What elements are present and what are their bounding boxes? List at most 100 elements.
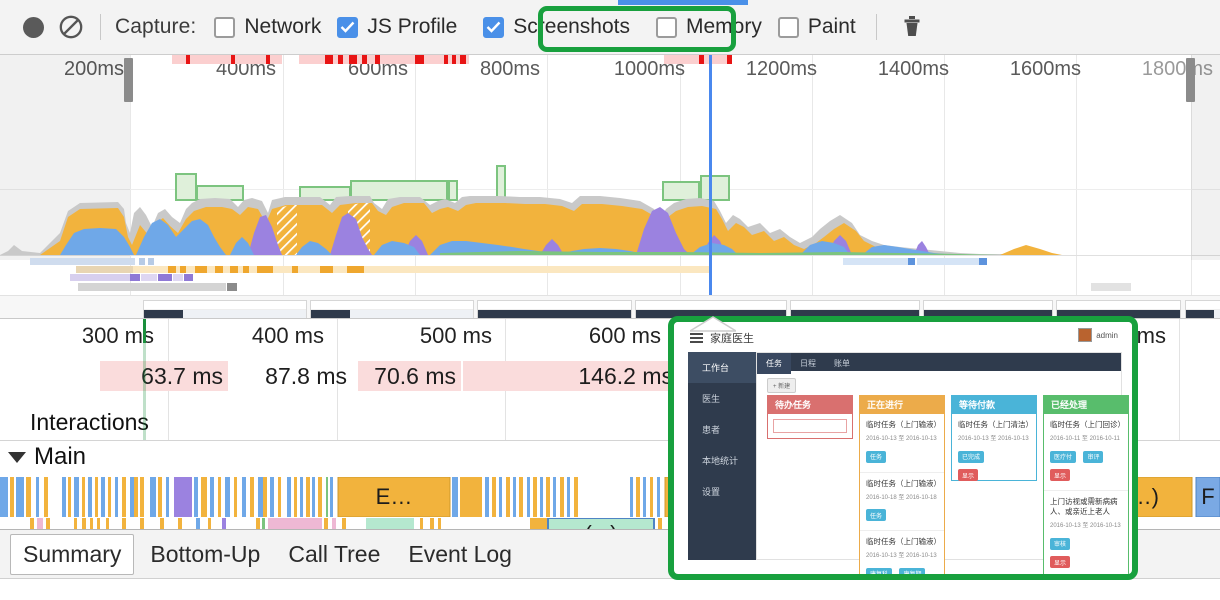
preview-sidebar[interactable]: 工作台 医生 患者 本地统计 设置 <box>688 352 756 560</box>
tab-call-tree[interactable]: Call Tree <box>276 535 392 574</box>
devtools-performance-panel: Capture: Network JS Profile Screenshots … <box>0 0 1220 600</box>
kanban-card-title: 临时任务（上门输液） <box>866 478 941 488</box>
frame-titlebar <box>144 301 306 310</box>
kanban-card-button[interactable]: 康复科 <box>866 567 893 574</box>
kanban-card-title: 临时任务（上门清洁） <box>958 420 1033 429</box>
preview-sidebar-item-stats[interactable]: 本地统计 <box>688 445 756 476</box>
kanban-empty-slot <box>773 419 847 433</box>
gpu-strip <box>1091 283 1131 291</box>
overview-gridline <box>1076 55 1077 318</box>
filmstrip-frame[interactable] <box>310 300 474 318</box>
overview-tick-label: 1400ms <box>877 58 949 80</box>
checkbox-paint[interactable] <box>777 16 799 38</box>
preview-tab-bills[interactable]: 账单 <box>825 353 859 374</box>
delete-recording-button[interactable] <box>893 8 931 46</box>
record-circle-icon <box>22 16 44 38</box>
main-track-header[interactable]: Main <box>8 443 86 471</box>
kanban-card-button[interactable]: 任务 <box>866 509 887 522</box>
record-button[interactable] <box>14 8 52 46</box>
kanban-card[interactable]: 临时任务（上门清洁） 2016-10-13 至 2016-10-13 已完成 显… <box>952 414 1036 490</box>
preview-username: admin <box>1096 330 1118 340</box>
script-strip-item <box>257 266 273 273</box>
preview-sidebar-item-doctor[interactable]: 医生 <box>688 383 756 414</box>
selection-handle-right[interactable] <box>1186 58 1195 102</box>
kanban-card-button[interactable]: 康复期 <box>899 567 926 574</box>
frame-content <box>514 310 631 318</box>
playhead-cursor[interactable] <box>709 55 712 318</box>
tab-bottom-up[interactable]: Bottom-Up <box>138 535 272 574</box>
kanban-card-button[interactable]: 显示 <box>1050 469 1071 482</box>
preview-tab-tasks[interactable]: 任务 <box>757 353 791 374</box>
kanban-card[interactable]: 上门访视或需新病病人、或亲近上老人 2016-10-13 至 2016-10-1… <box>1044 491 1128 574</box>
preview-tab-schedule[interactable]: 日程 <box>791 353 825 374</box>
frame-titlebar <box>791 301 919 310</box>
kanban-card-button[interactable]: 审核 <box>1050 537 1071 550</box>
overview-tick-label: 1200ms <box>745 58 817 80</box>
capture-option-screenshots[interactable]: Screenshots <box>477 11 636 43</box>
frame-titlebar <box>1057 301 1180 310</box>
preview-sidebar-item-workbench[interactable]: 工作台 <box>688 352 756 383</box>
frame-content <box>1214 310 1220 318</box>
timings-tick-label: 600 ms <box>588 323 661 348</box>
toolbar-divider-2 <box>875 14 877 40</box>
trash-icon <box>904 16 920 36</box>
checkbox-screenshots[interactable] <box>483 16 505 38</box>
checkbox-memory[interactable] <box>656 16 677 38</box>
timing-bar-label: 87.8 ms <box>265 363 347 389</box>
render-strip <box>70 274 130 281</box>
kanban-card-button[interactable]: 已完成 <box>958 450 985 463</box>
capture-option-js-profile[interactable]: JS Profile <box>331 11 463 43</box>
clear-button[interactable] <box>52 8 90 46</box>
frame-titlebar <box>478 301 631 310</box>
kanban-card[interactable]: 临时任务（上门输液） 2016-10-13 至 2016-10-13 任务 <box>860 414 944 473</box>
kanban-card-date: 2016-10-18 至 2016-10-18 <box>866 494 937 501</box>
caret-down-icon[interactable] <box>8 451 26 463</box>
filmstrip-frame[interactable] <box>143 300 307 318</box>
frame-sidebar <box>1186 310 1215 318</box>
capture-option-memory[interactable]: Memory <box>650 11 768 43</box>
preview-sidebar-item-settings[interactable]: 设置 <box>688 476 756 507</box>
network-strip <box>139 258 145 265</box>
timeline-overview[interactable]: 200ms 400ms 600ms 800ms 1000ms 1200ms 14… <box>0 55 1220 318</box>
screenshot-preview-popup[interactable]: 家庭医生 admin 工作台 医生 患者 本地统计 设置 任务 日程 账单 + … <box>668 316 1138 580</box>
kanban-card-button[interactable]: 医疗付 <box>1050 450 1077 463</box>
frame-content <box>182 310 306 318</box>
checkbox-js-profile[interactable] <box>337 16 359 38</box>
capture-option-screenshots-label: Screenshots <box>513 15 630 38</box>
kanban-card-actions: 已完成 显示 <box>958 446 1030 483</box>
network-strip <box>148 258 154 265</box>
filmstrip-frame[interactable] <box>477 300 632 318</box>
interactions-track-label: Interactions <box>30 409 149 435</box>
kanban-card-button[interactable]: 显示 <box>1050 556 1071 569</box>
preview-tabbar[interactable]: 任务 日程 账单 <box>757 353 1121 374</box>
selection-handle-left[interactable] <box>124 58 133 102</box>
network-request <box>460 55 466 64</box>
kanban-card[interactable]: 临时任务（上门输液） 2016-10-13 至 2016-10-13 康复科 康… <box>860 531 944 574</box>
hamburger-menu-icon[interactable] <box>690 333 703 343</box>
network-strip <box>30 258 135 265</box>
tab-summary[interactable]: Summary <box>10 533 135 575</box>
screenshot-filmstrip[interactable] <box>0 295 1220 318</box>
kanban-card-button[interactable]: 显示 <box>958 469 979 482</box>
render-strip-item <box>141 274 157 281</box>
network-request <box>231 55 235 64</box>
kanban-column: 待办任务 <box>767 395 853 439</box>
preview-add-button[interactable]: + 新建 <box>767 378 797 393</box>
kanban-card-button[interactable]: 任务 <box>866 450 887 463</box>
frame-titlebar <box>636 301 786 310</box>
render-strip-item <box>173 274 183 281</box>
kanban-card-button[interactable]: 审评 <box>1083 450 1104 463</box>
capture-option-network[interactable]: Network <box>208 11 327 43</box>
network-request <box>444 55 448 64</box>
filmstrip-frame[interactable] <box>1185 300 1220 318</box>
kanban-column-title: 待办任务 <box>768 396 852 414</box>
timing-bar-label: 70.6 ms <box>374 363 456 389</box>
preview-sidebar-item-patient[interactable]: 患者 <box>688 414 756 445</box>
preview-user-menu[interactable]: admin <box>1078 328 1118 342</box>
kanban-card[interactable]: 临时任务（上门输液） 2016-10-18 至 2016-10-18 任务 <box>860 473 944 532</box>
capture-option-paint[interactable]: Paint <box>772 11 862 43</box>
kanban-card[interactable]: 临时任务（上门回诊） 2016-10-11 至 2016-10-11 医疗付 审… <box>1044 414 1128 492</box>
checkbox-network[interactable] <box>214 16 236 38</box>
tab-event-log[interactable]: Event Log <box>396 535 524 574</box>
capture-label: Capture: <box>115 15 197 38</box>
